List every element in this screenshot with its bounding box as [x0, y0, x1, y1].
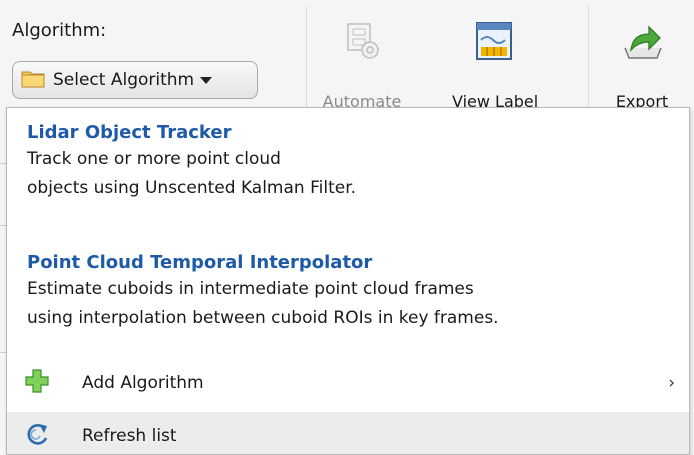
view-label-icon	[474, 20, 514, 66]
view-label-button[interactable]: View Label	[452, 20, 538, 112]
export-button[interactable]: Export	[600, 20, 684, 112]
algorithm-description-line: Track one or more point cloud	[27, 149, 281, 169]
refresh-list-menu-item[interactable]: Refresh list	[7, 412, 689, 454]
algorithm-option-lidar-object-tracker[interactable]: Lidar Object Tracker Track one or more p…	[27, 122, 356, 203]
add-algorithm-menu-item[interactable]: Add Algorithm ›	[7, 359, 689, 407]
folder-icon	[21, 68, 45, 92]
algorithm-label: Algorithm:	[12, 20, 107, 41]
toolbar-separator	[306, 6, 307, 110]
refresh-icon	[25, 421, 51, 451]
select-algorithm-label: Select Algorithm	[53, 70, 195, 90]
select-algorithm-button[interactable]: Select Algorithm	[12, 61, 258, 99]
algorithm-description-line: objects using Unscented Kalman Filter.	[27, 178, 357, 198]
chevron-right-icon: ›	[668, 373, 675, 393]
algorithm-title: Point Cloud Temporal Interpolator	[27, 252, 373, 273]
algorithm-title: Lidar Object Tracker	[27, 122, 232, 143]
algorithm-description-line: Estimate cuboids in intermediate point c…	[27, 279, 474, 299]
toolstrip: Algorithm: Select Algorithm Automate Vie…	[0, 0, 694, 115]
app-window: Algorithm: Select Algorithm Automate Vie…	[0, 0, 694, 455]
refresh-list-label: Refresh list	[82, 426, 177, 446]
add-algorithm-label: Add Algorithm	[82, 373, 204, 393]
export-icon	[621, 20, 663, 66]
automate-button[interactable]: Automate	[320, 20, 404, 112]
automate-icon	[343, 20, 381, 66]
algorithm-description-line: using interpolation between cuboid ROIs …	[27, 308, 499, 328]
algorithm-option-point-cloud-temporal-interpolator[interactable]: Point Cloud Temporal Interpolator Estima…	[27, 252, 499, 333]
algorithm-dropdown: Lidar Object Tracker Track one or more p…	[6, 107, 690, 455]
chevron-down-icon	[200, 76, 213, 84]
toolbar-separator	[588, 6, 589, 110]
plus-icon	[25, 369, 49, 397]
